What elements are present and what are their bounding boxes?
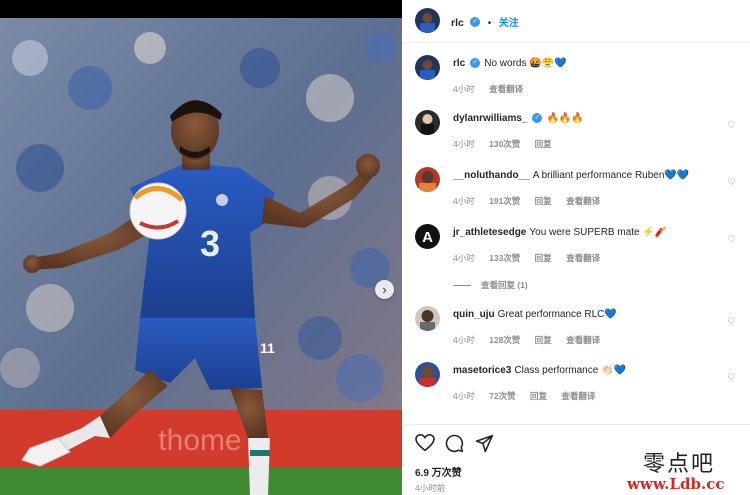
player-photo-illustration: thome 3 11 (0, 18, 402, 495)
reply-button[interactable]: 回复 (535, 196, 552, 206)
post-photo[interactable]: thome 3 11 › (0, 18, 402, 495)
next-image-button[interactable]: › (375, 280, 394, 299)
watermark-logo-text: 零点吧 (643, 452, 716, 477)
comment-likes[interactable]: 128次赞 (489, 335, 520, 345)
replies-line (453, 285, 471, 287)
comment-likes[interactable]: 72次赞 (489, 391, 515, 401)
comment-likes[interactable]: 133次赞 (489, 253, 520, 263)
reply-button[interactable]: 回复 (535, 335, 552, 345)
post-time: 4小时前 (415, 483, 446, 493)
reply-button[interactable]: 回复 (535, 139, 552, 149)
caption-time: 4小时 (453, 84, 475, 94)
comment-time: 4小时 (453, 196, 475, 206)
comment-likes[interactable]: 130次赞 (489, 139, 520, 149)
share-icon[interactable] (475, 434, 494, 453)
comment-icon[interactable] (445, 434, 464, 453)
view-replies-link[interactable]: 查看回复 (1) (481, 280, 528, 290)
comment-text: You were SUPERB mate ⚡🧨 (529, 227, 668, 238)
avatar[interactable] (415, 55, 440, 80)
avatar[interactable] (415, 362, 440, 387)
comment-time: 4小时 (453, 253, 475, 263)
svg-text:11: 11 (260, 340, 275, 356)
top-black-bar (0, 0, 402, 18)
avatar[interactable]: A (415, 224, 440, 249)
heart-icon[interactable]: ♡ (727, 316, 736, 327)
caption-text: No words 🤬😤💙 (484, 58, 567, 69)
comment-likes[interactable]: 191次赞 (489, 196, 520, 206)
heart-icon[interactable]: ♡ (727, 177, 736, 188)
heart-icon[interactable]: ♡ (727, 372, 736, 383)
avatar[interactable] (415, 110, 440, 135)
see-translation-link[interactable]: 查看翻译 (566, 253, 600, 263)
see-translation-link[interactable]: 查看翻译 (489, 84, 523, 94)
avatar[interactable] (415, 167, 440, 192)
verified-badge-icon: ✓ (532, 113, 543, 124)
avatar[interactable] (415, 8, 440, 33)
comment-time: 4小时 (453, 139, 475, 149)
comment-text: Class performance 👏🏻💙 (514, 365, 626, 376)
see-translation-link[interactable]: 查看翻译 (566, 335, 600, 345)
view-replies[interactable]: 查看回复 (1) (453, 279, 540, 291)
dot-separator: • (487, 18, 492, 29)
reply-button[interactable]: 回复 (530, 391, 547, 401)
comment-time: 4小时 (453, 391, 475, 401)
heart-icon[interactable]: ♡ (727, 234, 736, 245)
header-username[interactable]: rlc (451, 17, 464, 29)
comment-username[interactable]: quin_uju (453, 309, 495, 320)
likes-count[interactable]: 6.9 万次赞 (415, 464, 462, 479)
comment-text: 🔥🔥🔥 (546, 113, 584, 124)
reply-button[interactable]: 回复 (535, 253, 552, 263)
comment-username[interactable]: jr_athletesedge (453, 227, 526, 238)
post-header: rlc ✓ • 关注 (402, 0, 750, 43)
heart-icon[interactable] (415, 434, 435, 452)
follow-button[interactable]: 关注 (499, 18, 519, 29)
watermark-url: www.Ldb.cc (627, 475, 725, 493)
svg-text:3: 3 (200, 223, 220, 264)
heart-icon[interactable]: ♡ (727, 120, 736, 131)
post-side-panel: rlc ✓ • 关注 rlc ✓ No words 🤬😤💙 4小时 查看翻译 dyl… (402, 0, 750, 495)
verified-badge-icon: ✓ (470, 58, 481, 69)
verified-badge-icon: ✓ (470, 16, 481, 27)
header-user: rlc ✓ • 关注 (451, 13, 519, 31)
avatar[interactable] (415, 306, 440, 331)
comment-username[interactable]: dylanrwilliams_ (453, 113, 527, 124)
comment-text: A brilliant performance Ruben💙💙 (532, 170, 690, 181)
comment-username[interactable]: __noluthando__ (453, 170, 530, 181)
chevron-right-icon: › (382, 282, 387, 297)
see-translation-link[interactable]: 查看翻译 (566, 196, 600, 206)
svg-text:A: A (422, 229, 433, 246)
comment-time: 4小时 (453, 335, 475, 345)
comment-username[interactable]: masetorice3 (453, 365, 511, 376)
svg-text:thome: thome (158, 424, 241, 457)
see-translation-link[interactable]: 查看翻译 (561, 391, 595, 401)
comment-text: Great performance RLC💙 (497, 309, 617, 320)
caption-username[interactable]: rlc (453, 58, 465, 69)
